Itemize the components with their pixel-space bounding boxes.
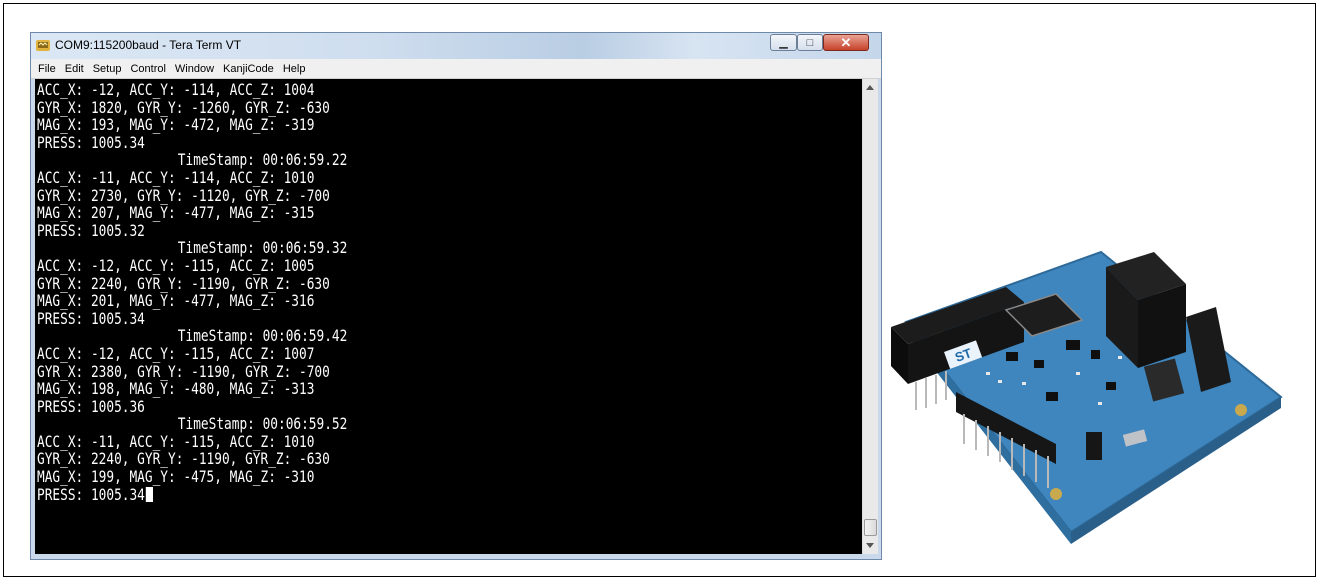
terminal-line: ACC_X: -12, ACC_Y: -115, ACC_Z: 1005 xyxy=(37,255,315,275)
chevron-up-icon[interactable] xyxy=(866,85,874,90)
timestamp-line: TimeStamp: 00:06:59.22 xyxy=(177,150,348,170)
scrollbar-thumb[interactable] xyxy=(864,519,877,536)
menu-help[interactable]: Help xyxy=(283,63,306,75)
terminal-line: ACC_X: -12, ACC_Y: -114, ACC_Z: 1004 xyxy=(37,80,315,99)
terminal-line: MAG_X: 198, MAG_Y: -480, MAG_Z: -313 xyxy=(37,379,315,399)
minimize-button[interactable]: ▁ xyxy=(770,34,797,51)
terminal-line: GYR_X: 2240, GYR_Y: -1190, GYR_Z: -630 xyxy=(37,449,330,469)
terminal-last-line: PRESS: 1005.34 xyxy=(37,484,347,504)
terminal-line: GYR_X: 2240, GYR_Y: -1190, GYR_Z: -630 xyxy=(37,273,330,293)
sensor-board-photo: ST xyxy=(891,250,1283,544)
terminal-line: ACC_X: -11, ACC_Y: -114, ACC_Z: 1010 xyxy=(37,167,315,187)
terminal-line: GYR_X: 1820, GYR_Y: -1260, GYR_Z: -630 xyxy=(37,97,330,117)
menu-control[interactable]: Control xyxy=(130,63,165,75)
menu-kanjicode[interactable]: KanjiCode xyxy=(223,63,274,75)
menu-file[interactable]: File xyxy=(38,63,56,75)
terminal-output[interactable]: ACC_X: -12, ACC_Y: -114, ACC_Z: 1004 GYR… xyxy=(35,79,862,554)
menu-setup[interactable]: Setup xyxy=(93,63,122,75)
terminal-line: MAG_X: 193, MAG_Y: -472, MAG_Z: -319 xyxy=(37,115,315,135)
terminal-line: ACC_X: -12, ACC_Y: -115, ACC_Z: 1007 xyxy=(37,343,315,363)
maximize-button[interactable]: □ xyxy=(797,34,823,51)
tera-term-icon xyxy=(36,40,50,51)
terminal-line: PRESS: 1005.34 xyxy=(37,308,145,328)
terminal-line: GYR_X: 2730, GYR_Y: -1120, GYR_Z: -700 xyxy=(37,185,330,205)
tera-term-window: COM9:115200baud - Tera Term VT ▁ □ ✕ Fil… xyxy=(30,32,882,560)
figure-frame: COM9:115200baud - Tera Term VT ▁ □ ✕ Fil… xyxy=(3,3,1316,577)
terminal-line: MAG_X: 207, MAG_Y: -477, MAG_Z: -315 xyxy=(37,203,315,223)
window-title: COM9:115200baud - Tera Term VT xyxy=(55,38,242,52)
terminal-line: GYR_X: 2380, GYR_Y: -1190, GYR_Z: -700 xyxy=(37,361,330,381)
menu-bar: File Edit Setup Control Window KanjiCode… xyxy=(31,59,881,79)
terminal-line: MAG_X: 201, MAG_Y: -477, MAG_Z: -316 xyxy=(37,291,315,311)
terminal-cursor xyxy=(145,486,153,502)
terminal-line: PRESS: 1005.34 xyxy=(37,132,145,152)
title-bar[interactable]: COM9:115200baud - Tera Term VT ▁ □ ✕ xyxy=(31,33,881,59)
chevron-down-icon[interactable] xyxy=(866,543,874,548)
vertical-scrollbar[interactable] xyxy=(862,79,878,554)
terminal-last-line-text: PRESS: 1005.34 xyxy=(37,484,145,504)
close-button[interactable]: ✕ xyxy=(823,34,869,51)
terminal-line: PRESS: 1005.36 xyxy=(37,396,145,416)
timestamp-line: TimeStamp: 00:06:59.52 xyxy=(177,414,348,434)
terminal-lines: ACC_X: -12, ACC_Y: -114, ACC_Z: 1004 GYR… xyxy=(37,81,425,503)
menu-edit[interactable]: Edit xyxy=(65,63,84,75)
terminal-line: PRESS: 1005.32 xyxy=(37,220,145,240)
terminal-line: ACC_X: -11, ACC_Y: -115, ACC_Z: 1010 xyxy=(37,431,315,451)
timestamp-line: TimeStamp: 00:06:59.42 xyxy=(177,326,348,346)
menu-window[interactable]: Window xyxy=(175,63,214,75)
terminal-line: MAG_X: 199, MAG_Y: -475, MAG_Z: -310 xyxy=(37,467,315,487)
timestamp-line: TimeStamp: 00:06:59.32 xyxy=(177,238,348,258)
